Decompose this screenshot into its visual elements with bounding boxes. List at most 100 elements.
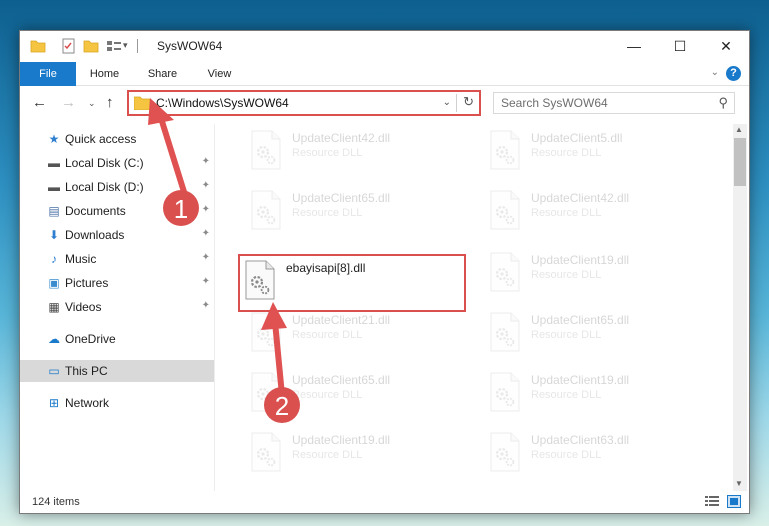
sidebar-item-videos[interactable]: ▦ Videos ✦	[20, 296, 214, 318]
sidebar-item-quick-access[interactable]: ★ Quick access	[20, 128, 214, 150]
file-item[interactable]: UpdateClient19.dll Resource DLL	[244, 426, 464, 482]
address-bar[interactable]: C:\Windows\SysWOW64 ⌄ ↻	[127, 90, 481, 116]
file-type: Resource DLL	[292, 329, 363, 341]
tab-file[interactable]: File	[20, 62, 76, 86]
file-name: UpdateClient63.dll	[531, 433, 630, 447]
pin-icon[interactable]: ✦	[202, 252, 210, 263]
file-item[interactable]: UpdateClient42.dll Resource DLL	[483, 184, 703, 240]
sidebar-item-label: Documents	[65, 204, 126, 218]
file-name: UpdateClient19.dll	[292, 433, 391, 447]
pin-icon[interactable]: ✦	[202, 300, 210, 311]
up-button[interactable]: ↑	[106, 94, 114, 111]
dll-file-icon	[251, 190, 281, 230]
file-type: Resource DLL	[531, 329, 602, 341]
sidebar-item-label: Downloads	[65, 228, 125, 242]
drive-icon: ▬	[48, 180, 60, 194]
file-item[interactable]: UpdateClient19.dll Resource DLL	[483, 366, 703, 422]
chevron-down-icon[interactable]: ⌄	[443, 97, 451, 108]
tab-view[interactable]: View	[197, 62, 242, 86]
file-type: Resource DLL	[531, 207, 602, 219]
sidebar-item-pictures[interactable]: ▣ Pictures ✦	[20, 272, 214, 294]
dll-file-icon	[490, 312, 520, 352]
file-type: Resource DLL	[292, 389, 363, 401]
file-list: UpdateClient42.dll Resource DLL UpdateClie…	[220, 124, 730, 491]
dll-file-icon	[490, 190, 520, 230]
view-options-icon[interactable]	[106, 38, 122, 54]
new-folder-icon[interactable]	[83, 38, 99, 54]
address-divider	[456, 94, 457, 112]
dll-file-icon	[490, 130, 520, 170]
sidebar-item-label: Pictures	[65, 276, 109, 290]
sidebar-item-onedrive[interactable]: ☁ OneDrive	[20, 328, 214, 350]
scroll-down-icon[interactable]: ▼	[735, 479, 743, 488]
pin-icon[interactable]: ✦	[202, 204, 210, 215]
file-item[interactable]: UpdateClient63.dll Resource DLL	[483, 426, 703, 482]
cloud-icon: ☁	[48, 332, 60, 346]
maximize-button[interactable]: ☐	[657, 31, 703, 62]
folder-icon[interactable]	[30, 38, 46, 54]
file-item[interactable]: UpdateClient19.dll Resource DLL	[483, 246, 703, 302]
computer-icon: ▭	[48, 364, 60, 378]
sidebar-item-documents[interactable]: ▤ Documents ✦	[20, 200, 214, 222]
file-explorer-window: ▾ SysWOW64 — ☐ ✕ File Home Share View ⌄ …	[19, 30, 750, 514]
pin-icon[interactable]: ✦	[202, 156, 210, 167]
file-item[interactable]: UpdateClient21.dll Resource DLL	[244, 306, 464, 362]
target-dll-file[interactable]: ebayisapi[8].dll	[238, 254, 466, 312]
file-item[interactable]: UpdateClient65.dll Resource DLL	[244, 184, 464, 240]
file-name: UpdateClient65.dll	[292, 373, 391, 387]
scroll-up-icon[interactable]: ▲	[735, 125, 743, 134]
file-item[interactable]: UpdateClient65.dll Resource DLL	[483, 306, 703, 362]
file-name: UpdateClient42.dll	[292, 131, 391, 145]
file-name: UpdateClient65.dll	[531, 313, 630, 327]
close-button[interactable]: ✕	[703, 31, 749, 62]
search-icon[interactable]: ⚲	[718, 95, 728, 111]
help-icon[interactable]: ?	[726, 66, 741, 81]
minimize-button[interactable]: —	[611, 31, 657, 62]
dll-file-icon	[490, 432, 520, 472]
details-view-icon[interactable]	[705, 495, 719, 508]
back-button[interactable]: ←	[32, 94, 47, 111]
address-path[interactable]: C:\Windows\SysWOW64	[156, 96, 289, 110]
expand-ribbon-icon[interactable]: ⌄	[711, 67, 719, 78]
large-icons-view-icon[interactable]	[727, 495, 741, 508]
pane-divider[interactable]	[214, 124, 215, 491]
star-icon: ★	[48, 132, 60, 146]
sidebar-item-network[interactable]: ⊞ Network	[20, 392, 214, 414]
search-input[interactable]: Search SysWOW64	[501, 96, 608, 110]
sidebar-item-label: Network	[65, 396, 110, 410]
tab-share[interactable]: Share	[140, 62, 185, 86]
tab-home[interactable]: Home	[82, 62, 127, 86]
toolbar-divider	[137, 39, 138, 53]
sidebar-item-downloads[interactable]: ⬇ Downloads ✦	[20, 224, 214, 246]
status-bar: 124 items	[20, 491, 749, 513]
scroll-thumb[interactable]	[734, 138, 746, 186]
properties-icon[interactable]	[61, 38, 77, 54]
dll-file-icon	[251, 312, 281, 352]
video-icon: ▦	[48, 300, 60, 314]
file-item[interactable]: UpdateClient65.dll Resource DLL	[244, 366, 464, 422]
sidebar-item-label: Local Disk (C:)	[65, 156, 144, 170]
refresh-icon[interactable]: ↻	[463, 94, 474, 110]
sidebar-item-local-disk-d[interactable]: ▬ Local Disk (D:) ✦	[20, 176, 214, 198]
sidebar-item-this-pc[interactable]: ▭ This PC	[20, 360, 214, 382]
forward-button[interactable]: →	[61, 94, 76, 111]
navigation-pane: ★ Quick access ▬ Local Disk (C:) ✦ ▬ Local Dis…	[20, 124, 214, 491]
file-type: Resource DLL	[292, 449, 363, 461]
file-item[interactable]: UpdateClient42.dll Resource DLL	[244, 124, 464, 180]
pin-icon[interactable]: ✦	[202, 228, 210, 239]
vertical-scrollbar[interactable]: ▲ ▼	[733, 124, 747, 491]
window-title: SysWOW64	[157, 39, 223, 53]
sidebar-item-label: Quick access	[65, 132, 137, 146]
recent-locations-button[interactable]: ⌄	[88, 98, 96, 109]
dll-file-icon	[245, 260, 275, 300]
pictures-icon: ▣	[48, 276, 60, 290]
file-type: Resource DLL	[531, 147, 602, 159]
document-icon: ▤	[48, 204, 60, 218]
pin-icon[interactable]: ✦	[202, 180, 210, 191]
sidebar-item-music[interactable]: ♪ Music ✦	[20, 248, 214, 270]
sidebar-item-local-disk-c[interactable]: ▬ Local Disk (C:) ✦	[20, 152, 214, 174]
pin-icon[interactable]: ✦	[202, 276, 210, 287]
search-box[interactable]: Search SysWOW64 ⚲	[493, 92, 735, 114]
file-item[interactable]: UpdateClient5.dll Resource DLL	[483, 124, 703, 180]
file-name: UpdateClient19.dll	[531, 373, 630, 387]
